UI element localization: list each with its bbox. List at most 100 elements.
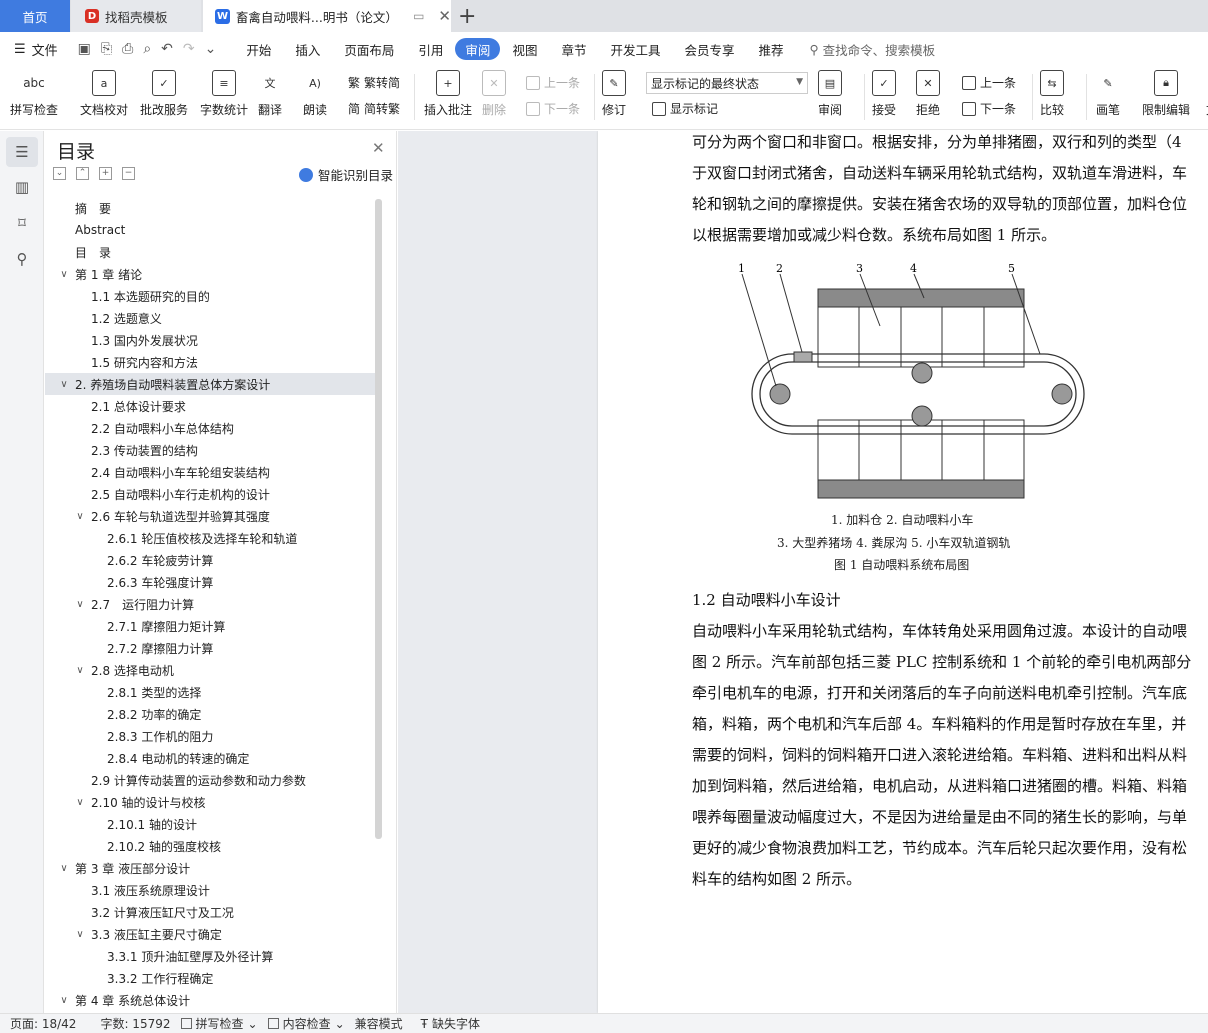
word-count-button[interactable]: ≡ 字数统计 xyxy=(200,70,248,118)
review-pane-button[interactable]: ▤ 审阅 xyxy=(818,70,842,118)
missing-font-status[interactable]: Ŧ 缺失字体 xyxy=(421,1015,480,1032)
file-menu[interactable]: ☰ 文件 xyxy=(14,40,58,59)
compare-button[interactable]: ⇆ 比较 xyxy=(1040,70,1064,118)
redo-icon[interactable]: ↷ xyxy=(183,41,195,57)
toc-item[interactable]: ∨ 2. 养殖场自动喂料装置总体方案设计 xyxy=(45,373,377,395)
toc-item[interactable]: 3.3.2 工作行程确定 xyxy=(45,967,377,989)
toc-item[interactable]: 3.3.1 顶升油缸壁厚及外径计算 xyxy=(45,945,377,967)
translate-button[interactable]: 文 翻译 xyxy=(258,70,282,118)
toc-item[interactable]: 摘 要 xyxy=(45,197,377,219)
chevron-down-icon[interactable]: ∨ xyxy=(73,599,87,610)
toc-item[interactable]: 2.8.1 类型的选择 xyxy=(45,681,377,703)
print-preview-icon[interactable]: ⌕ xyxy=(143,41,151,57)
spell-check-button[interactable]: abc 拼写检查 xyxy=(10,70,58,118)
chapter-nav-icon[interactable]: ▥ xyxy=(12,177,32,197)
toc-item[interactable]: 2.7.2 摩擦阻力计算 xyxy=(45,637,377,659)
toc-item[interactable]: 2.9 计算传动装置的运动参数和动力参数 xyxy=(45,769,377,791)
save-icon[interactable]: ▣ xyxy=(78,41,91,57)
chevron-down-icon[interactable]: ∨ xyxy=(57,379,71,390)
menu-tab-member[interactable]: 会员专享 xyxy=(672,38,746,60)
menu-tab-developer[interactable]: 开发工具 xyxy=(598,38,672,60)
toc-item[interactable]: 2.7.1 摩擦阻力矩计算 xyxy=(45,615,377,637)
toc-item[interactable]: ∨ 2.6 车轮与轨道选型并验算其强度 xyxy=(45,505,377,527)
toc-item[interactable]: 1.2 选题意义 xyxy=(45,307,377,329)
markup-state-select[interactable]: 显示标记的最终状态 ▼ xyxy=(646,72,808,94)
menu-tab-start[interactable]: 开始 xyxy=(234,38,283,60)
toc-item[interactable]: 2.8.2 功率的确定 xyxy=(45,703,377,725)
accept-button[interactable]: ✓ 接受 xyxy=(872,70,896,118)
menu-tab-review[interactable]: 审阅 xyxy=(455,38,501,60)
delete-comment-button[interactable]: ✕ 删除 xyxy=(482,70,506,118)
chevron-down-icon[interactable]: ∨ xyxy=(57,269,71,280)
read-aloud-button[interactable]: A) 朗读 xyxy=(303,70,327,118)
show-markup-button[interactable]: 显示标记 xyxy=(652,100,718,117)
command-search[interactable]: ⚲ 查找命令、搜索模板 xyxy=(810,40,936,59)
toc-item[interactable]: ∨ 第 3 章 液压部分设计 xyxy=(45,857,377,879)
toc-item[interactable]: 2.8.4 电动机的转速的确定 xyxy=(45,747,377,769)
remove-heading-icon[interactable]: − xyxy=(122,167,135,180)
undo-icon[interactable]: ↶ xyxy=(161,41,173,57)
toc-item[interactable]: 2.3 传动装置的结构 xyxy=(45,439,377,461)
chevron-down-icon[interactable]: ∨ xyxy=(73,797,87,808)
trad-to-simp-button[interactable]: 繁 繁转简 xyxy=(348,74,400,91)
toc-item[interactable]: 2.5 自动喂料小车行走机构的设计 xyxy=(45,483,377,505)
chevron-down-icon[interactable]: ∨ xyxy=(57,863,71,874)
tab-document[interactable]: W 畜禽自动喂料...明书（论文） ▭ ✕ xyxy=(203,0,451,32)
toc-panel-icon[interactable]: ☰ xyxy=(6,137,38,167)
smart-toc-button[interactable]: 智能识别目录 xyxy=(299,165,393,184)
toc-item[interactable]: Abstract xyxy=(45,219,377,241)
toc-item[interactable]: ∨ 2.8 选择电动机 xyxy=(45,659,377,681)
toc-item[interactable]: 3.2 计算液压缸尺寸及工况 xyxy=(45,901,377,923)
simp-to-trad-button[interactable]: 简 简转繁 xyxy=(348,100,400,117)
find-icon[interactable]: ⚲ xyxy=(12,249,32,269)
reject-button[interactable]: ✕ 拒绝 xyxy=(916,70,940,118)
toc-item[interactable]: 2.8.3 工作机的阻力 xyxy=(45,725,377,747)
menu-tab-chapter[interactable]: 章节 xyxy=(549,38,598,60)
menu-tab-recommend[interactable]: 推荐 xyxy=(747,38,796,60)
page-indicator[interactable]: 页面: 18/42 xyxy=(10,1015,76,1032)
doc-permission-button[interactable]: 文 xyxy=(1200,70,1208,118)
chevron-down-icon[interactable]: ∨ xyxy=(73,665,87,676)
restrict-edit-button[interactable]: 🔒︎ 限制编辑 xyxy=(1142,70,1190,118)
more-chevron-icon[interactable]: ⌄ xyxy=(205,41,217,57)
new-tab-icon[interactable]: + xyxy=(458,4,476,29)
toc-item[interactable]: 1.3 国内外发展状况 xyxy=(45,329,377,351)
close-tab-icon[interactable]: ✕ xyxy=(438,7,451,25)
chevron-down-icon[interactable]: ∨ xyxy=(73,511,87,522)
add-heading-icon[interactable]: + xyxy=(99,167,112,180)
spell-check-status[interactable]: 拼写检查 ⌄ xyxy=(180,1015,258,1032)
toc-item[interactable]: 1.5 研究内容和方法 xyxy=(45,351,377,373)
chevron-down-icon[interactable]: ∨ xyxy=(73,929,87,940)
menu-tab-insert[interactable]: 插入 xyxy=(283,38,332,60)
doc-proof-button[interactable]: a 文档校对 xyxy=(80,70,128,118)
prev-comment-button[interactable]: 上一条 xyxy=(526,74,580,91)
toc-item[interactable]: ∨ 3.3 液压缸主要尺寸确定 xyxy=(45,923,377,945)
batch-service-button[interactable]: ✓ 批改服务 xyxy=(140,70,188,118)
toc-item[interactable]: 2.6.2 车轮疲劳计算 xyxy=(45,549,377,571)
content-check-status[interactable]: 内容检查 ⌄ xyxy=(267,1015,345,1032)
export-pdf-icon[interactable]: ⎘ xyxy=(101,41,112,57)
toc-scrollbar[interactable] xyxy=(375,199,382,839)
toc-item[interactable]: 2.2 自动喂料小车总体结构 xyxy=(45,417,377,439)
toc-item[interactable]: ∨ 第 4 章 系统总体设计 xyxy=(45,989,377,1011)
toc-item[interactable]: ∨ 第 1 章 绪论 xyxy=(45,263,377,285)
toc-item[interactable]: ∨ 2.10 轴的设计与校核 xyxy=(45,791,377,813)
next-comment-button[interactable]: 下一条 xyxy=(526,100,580,117)
toc-item[interactable]: 2.10.1 轴的设计 xyxy=(45,813,377,835)
track-changes-button[interactable]: ✎ 修订 xyxy=(602,70,626,118)
tab-home[interactable]: 首页 xyxy=(0,0,70,32)
toc-item[interactable]: 2.4 自动喂料小车车轮组安装结构 xyxy=(45,461,377,483)
toc-item[interactable]: 2.6.3 车轮强度计算 xyxy=(45,571,377,593)
toc-item[interactable]: 目 录 xyxy=(45,241,377,263)
toc-item[interactable]: 2.10.2 轴的强度校核 xyxy=(45,835,377,857)
prev-change-button[interactable]: 上一条 xyxy=(962,74,1016,91)
close-icon[interactable]: ✕ xyxy=(372,139,385,157)
word-count-indicator[interactable]: 字数: 15792 xyxy=(100,1015,170,1032)
bookmark-icon[interactable]: ⌑ xyxy=(12,213,32,233)
tab-template[interactable]: D 找稻壳模板 xyxy=(71,0,201,32)
menu-tab-layout[interactable]: 页面布局 xyxy=(332,38,406,60)
menu-tab-view[interactable]: 视图 xyxy=(500,38,549,60)
toc-item[interactable]: 2.1 总体设计要求 xyxy=(45,395,377,417)
chevron-down-icon[interactable]: ∨ xyxy=(57,995,71,1006)
toc-item[interactable]: 3.1 液压系统原理设计 xyxy=(45,879,377,901)
